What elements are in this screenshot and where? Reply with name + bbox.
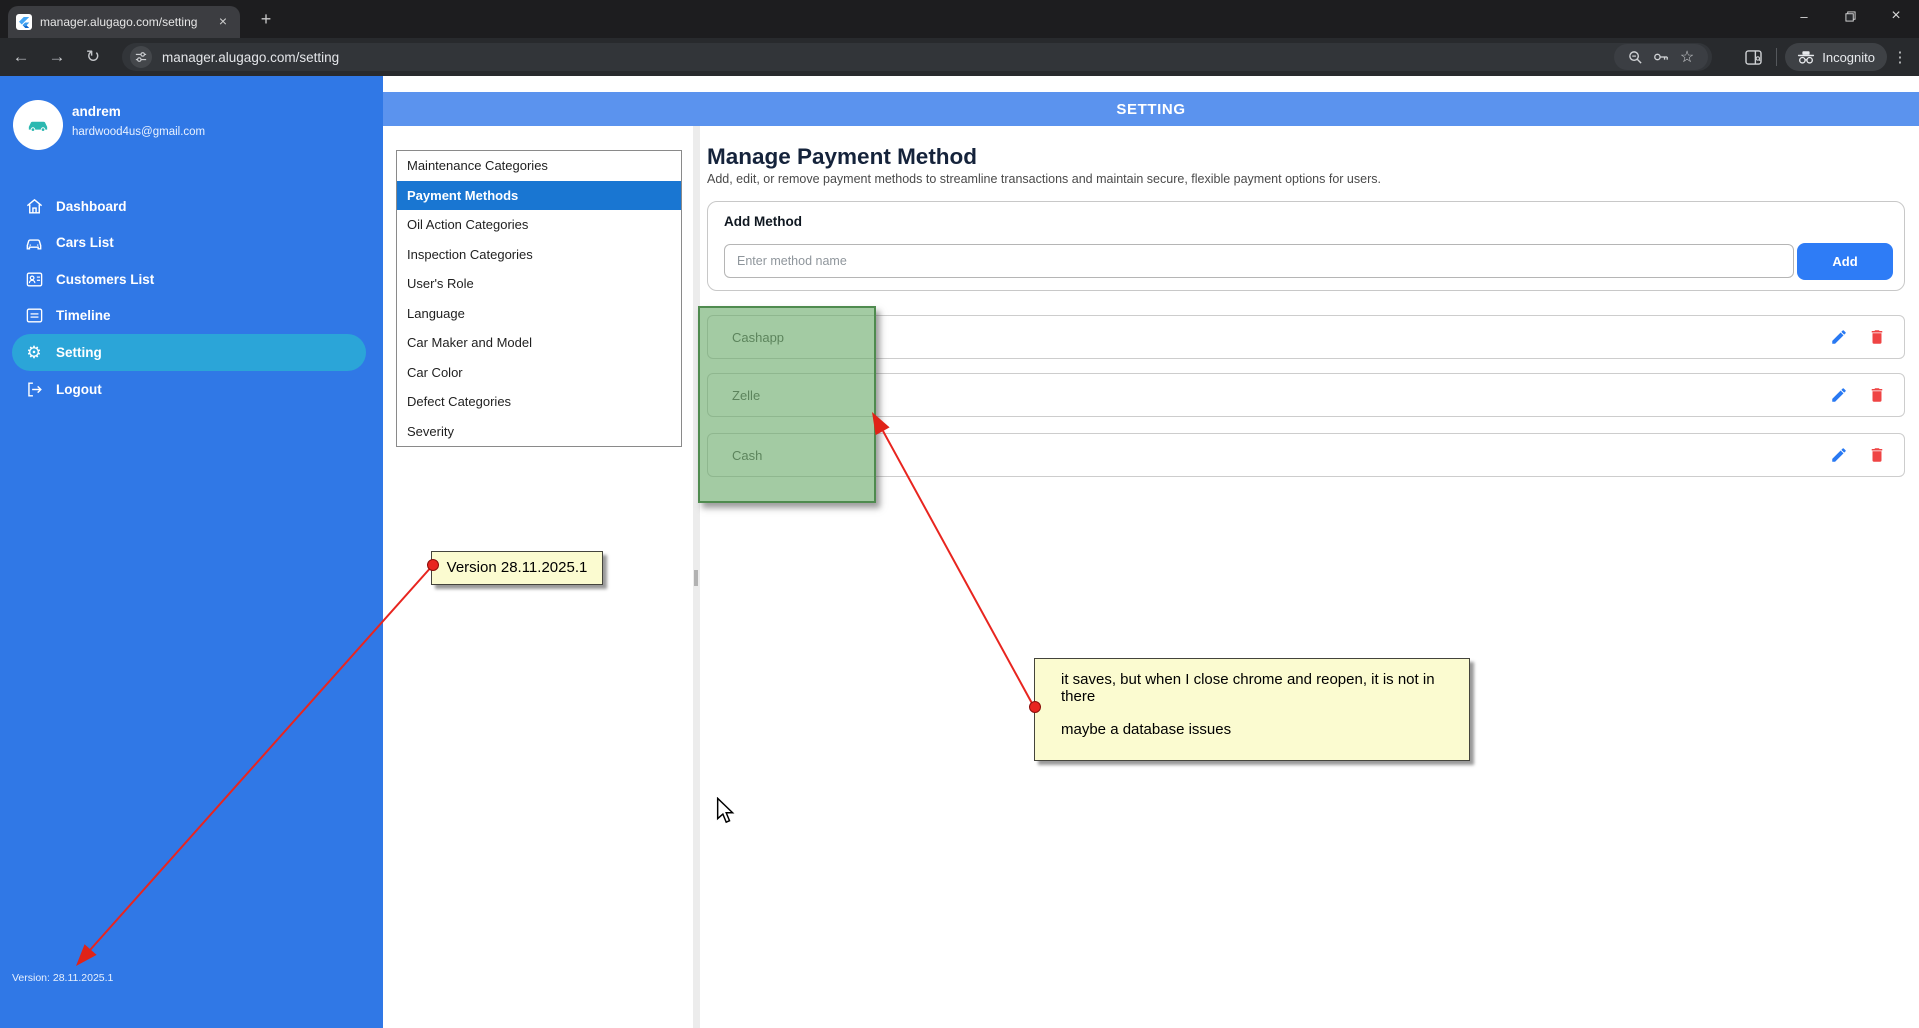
user-email: hardwood4us@gmail.com <box>72 126 205 138</box>
browser-toolbar: ← → ↻ manager.alugago.com/setting <box>0 38 1919 76</box>
annotation-note-bug: it saves, but when I close chrome and re… <box>1034 658 1470 761</box>
incognito-badge: Incognito <box>1785 43 1887 71</box>
page-title: SETTING <box>383 92 1919 126</box>
delete-trash-icon[interactable] <box>1866 326 1888 348</box>
highlight-overlay <box>698 306 876 503</box>
method-name: Cashapp <box>732 330 1828 345</box>
avatar[interactable] <box>13 100 63 150</box>
annotation-note-line1: it saves, but when I close chrome and re… <box>1061 671 1469 705</box>
menu-item-payment-methods[interactable]: Payment Methods <box>397 181 681 211</box>
incognito-icon <box>1797 51 1815 64</box>
restore-button[interactable] <box>1827 0 1873 32</box>
menu-item-severity[interactable]: Severity <box>397 417 681 447</box>
browser-window: manager.alugago.com/setting × + – × ← → … <box>0 0 1919 1028</box>
browser-tab[interactable]: manager.alugago.com/setting × <box>8 6 240 38</box>
avatar-car-icon <box>27 118 49 132</box>
incognito-label: Incognito <box>1822 50 1875 65</box>
edit-pencil-icon[interactable] <box>1828 326 1850 348</box>
logout-icon <box>22 378 46 402</box>
site-favicon-icon <box>16 14 32 30</box>
site-settings-icon[interactable] <box>130 46 152 68</box>
zoom-icon[interactable] <box>1622 45 1648 69</box>
edit-pencil-icon[interactable] <box>1828 444 1850 466</box>
menu-item-car-maker-and-model[interactable]: Car Maker and Model <box>397 328 681 358</box>
address-bar[interactable]: manager.alugago.com/setting ☆ <box>122 43 1712 71</box>
sidebar-item-logout[interactable]: Logout <box>0 372 383 408</box>
customers-icon <box>22 267 46 291</box>
menu-item-defect-categories[interactable]: Defect Categories <box>397 387 681 417</box>
divider-handle[interactable] <box>694 570 698 586</box>
side-panel-icon[interactable] <box>1740 45 1766 69</box>
settings-menu: Maintenance Categories Payment Methods O… <box>396 150 682 447</box>
panel-divider[interactable] <box>693 126 700 1028</box>
sidebar-nav: Dashboard Cars List Customers List Timel… <box>0 188 383 408</box>
payment-method-row: Cash <box>707 433 1905 477</box>
refresh-icon[interactable]: ↻ <box>78 42 108 72</box>
edit-pencil-icon[interactable] <box>1828 384 1850 406</box>
browser-menu-icon[interactable]: ⋮ <box>1887 48 1913 66</box>
delete-trash-icon[interactable] <box>1866 444 1888 466</box>
timeline-icon <box>22 304 46 328</box>
car-icon <box>22 231 46 255</box>
menu-item-maintenance-categories[interactable]: Maintenance Categories <box>397 151 681 181</box>
sidebar-item-setting[interactable]: ⚙ Setting <box>12 334 366 371</box>
annotation-note-version: Version 28.11.2025.1 <box>431 551 603 585</box>
tab-title: manager.alugago.com/setting <box>40 15 214 29</box>
method-name: Cash <box>732 448 1828 463</box>
menu-item-language[interactable]: Language <box>397 299 681 329</box>
sidebar-item-cars-list[interactable]: Cars List <box>0 225 383 261</box>
back-icon[interactable]: ← <box>6 42 36 72</box>
add-button[interactable]: Add <box>1797 243 1893 280</box>
payment-method-row: Zelle <box>707 373 1905 417</box>
tab-strip: manager.alugago.com/setting × + – × <box>0 0 1919 38</box>
home-icon <box>22 194 46 218</box>
window-controls: – × <box>1781 0 1919 32</box>
sidebar-version-text: Version: 28.11.2025.1 <box>12 972 113 984</box>
add-method-label: Add Method <box>724 214 802 229</box>
method-name: Zelle <box>732 388 1828 403</box>
sidebar-item-customers-list[interactable]: Customers List <box>0 261 383 297</box>
section-title: Manage Payment Method <box>707 144 977 170</box>
password-key-icon[interactable] <box>1648 45 1674 69</box>
tab-close-icon[interactable]: × <box>214 13 232 31</box>
toolbar-right: Incognito ⋮ <box>1740 43 1913 71</box>
section-subtitle: Add, edit, or remove payment methods to … <box>707 172 1381 186</box>
add-method-panel: Add Method Add <box>707 201 1905 291</box>
mouse-cursor <box>716 797 738 825</box>
menu-item-inspection-categories[interactable]: Inspection Categories <box>397 240 681 270</box>
payment-method-row: Cashapp <box>707 315 1905 359</box>
menu-item-oil-action-categories[interactable]: Oil Action Categories <box>397 210 681 240</box>
toolbar-separator <box>1776 48 1777 66</box>
url-text[interactable]: manager.alugago.com/setting <box>162 50 1614 65</box>
user-name: andrem <box>72 104 121 119</box>
annotation-note-line2: maybe a database issues <box>1061 721 1469 738</box>
sidebar: andrem hardwood4us@gmail.com Dashboard C… <box>0 76 383 1028</box>
menu-item-users-role[interactable]: User's Role <box>397 269 681 299</box>
new-tab-button[interactable]: + <box>254 8 278 32</box>
sidebar-item-timeline[interactable]: Timeline <box>0 298 383 334</box>
delete-trash-icon[interactable] <box>1866 384 1888 406</box>
close-window-button[interactable]: × <box>1873 0 1919 32</box>
omnibox-actions: ☆ <box>1614 44 1708 70</box>
menu-item-car-color[interactable]: Car Color <box>397 358 681 388</box>
method-name-input[interactable] <box>724 244 1794 278</box>
bookmark-star-icon[interactable]: ☆ <box>1674 45 1700 69</box>
sidebar-item-dashboard[interactable]: Dashboard <box>0 188 383 224</box>
gear-icon: ⚙ <box>22 341 46 365</box>
minimize-button[interactable]: – <box>1781 0 1827 32</box>
forward-icon[interactable]: → <box>42 42 72 72</box>
